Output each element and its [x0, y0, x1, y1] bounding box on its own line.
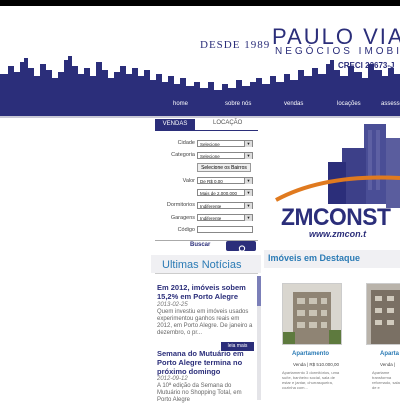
featured-card-desc: Apartamento 3 dormitórios, uma suíte, ba… — [282, 370, 340, 390]
chevron-down-icon: ▼ — [244, 190, 252, 196]
featured-card-title[interactable]: Apartamento — [292, 351, 329, 357]
tab-vendas[interactable]: VENDAS — [155, 119, 195, 130]
nav-item-home[interactable]: home — [173, 101, 188, 107]
nav-item-locacoes[interactable]: locações — [337, 101, 361, 107]
cidade-select[interactable]: Selecione ▼ — [197, 140, 253, 147]
chevron-down-icon: ▼ — [244, 153, 252, 159]
nav-item-assessoria[interactable]: assesso — [381, 101, 400, 107]
search-icon-button[interactable] — [226, 241, 256, 254]
codigo-input[interactable] — [197, 226, 253, 233]
buscar-button[interactable]: Buscar — [190, 242, 210, 248]
valor-max-select[interactable]: Mais de 2.000.000 ▼ — [197, 189, 253, 196]
valor-min-select[interactable]: De R$ 0.00 ▼ — [197, 177, 253, 184]
search-panel — [151, 118, 261, 254]
featured-card-desc: Apartame transforma reformado, sala de e — [372, 370, 400, 390]
featured-card-photo[interactable] — [366, 283, 400, 345]
garagens-label: Garagens — [170, 215, 195, 221]
banner-brand-text: ZMCONST — [281, 204, 391, 231]
news-item-title[interactable]: Semana do Mutuário em Porto Alegre termi… — [157, 349, 257, 376]
featured-heading: Imóveis em Destaque — [268, 253, 361, 263]
nav-item-sobre-nos[interactable]: sobre nós — [225, 101, 251, 107]
dormitorios-label: Dormitorios — [166, 202, 195, 208]
dormitorios-select-value: Indiferente — [200, 204, 222, 209]
tab-underline — [155, 130, 258, 131]
featured-card-price: Venda | — [380, 362, 396, 367]
select-bairros-button[interactable]: Selecione os Bairros — [197, 163, 251, 172]
featured-card-photo[interactable] — [282, 283, 342, 345]
garagens-select-value: Indiferente — [200, 216, 222, 221]
top-strip — [0, 0, 400, 6]
news-item-date: 2013-02-25 — [157, 302, 188, 308]
valor-label: Valor — [182, 178, 195, 184]
categoria-select-value: Selecione — [200, 154, 220, 159]
news-heading: Ultimas Notícias — [162, 259, 242, 271]
news-item-text: Quem investiu em imóveis usados experime… — [157, 309, 253, 336]
featured-card-title[interactable]: Aparta — [380, 351, 399, 357]
news-item-title[interactable]: Em 2012, imóveis sobem 15,2% em Porto Al… — [157, 283, 257, 301]
valor-max-value: Mais de 2.000.000 — [200, 191, 238, 196]
news-item-date: 2012-09-12 — [157, 376, 188, 382]
city-skyline-graphic — [0, 56, 400, 98]
building-photo — [367, 284, 400, 344]
categoria-select[interactable]: Selecione ▼ — [197, 152, 253, 159]
chevron-down-icon: ▼ — [244, 203, 252, 209]
valor-min-value: De R$ 0.00 — [200, 179, 223, 184]
news-divider — [155, 273, 258, 274]
chevron-down-icon: ▼ — [244, 141, 252, 147]
tab-locacao[interactable]: LOCAÇÃO — [213, 120, 242, 126]
codigo-label: Código — [177, 227, 195, 233]
dormitorios-select[interactable]: Indiferente ▼ — [197, 202, 253, 209]
news-item-text: A 10ª edição da Semana do Mutuário no Sh… — [157, 383, 242, 403]
chevron-down-icon: ▼ — [244, 215, 252, 221]
building-photo — [283, 284, 341, 344]
featured-card-price: Venda | R$ 510.000,00 — [293, 362, 339, 367]
news-scrollbar-thumb[interactable] — [257, 276, 261, 306]
cidade-select-value: Selecione — [200, 142, 220, 147]
categoria-label: Categoria — [171, 152, 195, 158]
chevron-down-icon: ▼ — [244, 178, 252, 184]
cidade-label: Cidade — [177, 140, 195, 146]
garagens-select[interactable]: Indiferente ▼ — [197, 214, 253, 221]
since-label: DESDE 1989 — [200, 39, 271, 51]
search-icon — [237, 245, 246, 254]
nav-item-vendas[interactable]: vendas — [284, 101, 303, 107]
banner-url-text: www.zmcon.t — [309, 229, 367, 239]
